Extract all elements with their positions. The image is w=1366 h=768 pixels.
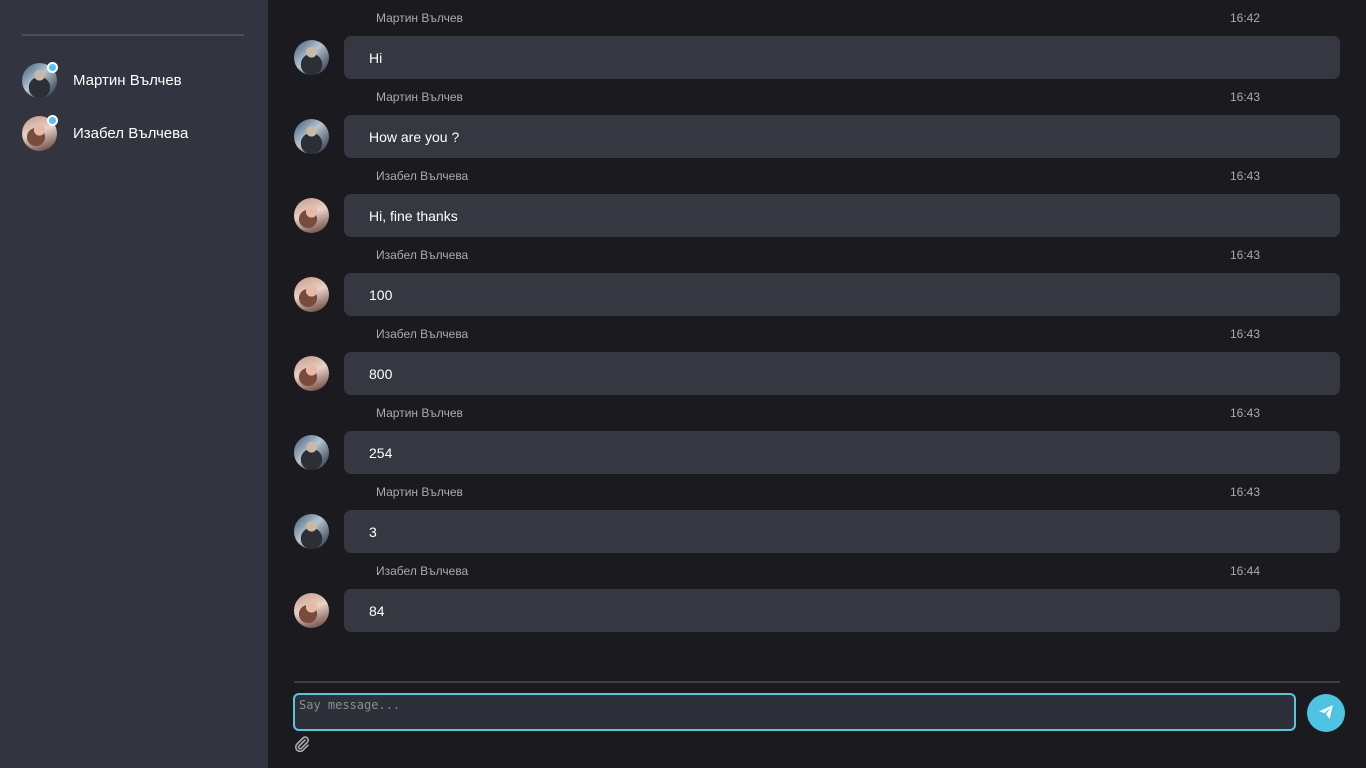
contact-item[interactable]: Изабел Вълчева	[22, 115, 252, 151]
message-author: Мартин Вълчев	[376, 406, 463, 420]
message-bubble: Hi, fine thanks	[344, 194, 1340, 237]
message-header: Изабел Вълчева 16:43	[376, 248, 1260, 264]
avatar	[294, 356, 329, 391]
avatar	[294, 435, 329, 470]
composer-divider	[294, 681, 1340, 683]
message-author: Мартин Вълчев	[376, 485, 463, 499]
message-author: Изабел Вълчева	[376, 169, 469, 183]
avatar	[294, 40, 329, 75]
message-time: 16:42	[1229, 11, 1260, 25]
message-bubble: 3	[344, 510, 1340, 553]
message-header: Мартин Вълчев 16:43	[376, 406, 1260, 422]
paperclip-icon	[294, 735, 310, 757]
message-time: 16:43	[1229, 169, 1260, 183]
message-author: Изабел Вълчева	[376, 564, 469, 578]
message-time: 16:44	[1229, 564, 1260, 578]
avatar	[294, 198, 329, 233]
message-bubble: 254	[344, 431, 1340, 474]
message-bubble: Hi	[344, 36, 1340, 79]
contacts-sidebar: Мартин Вълчев Изабел Вълчева	[0, 0, 268, 768]
message-bubble: 800	[344, 352, 1340, 395]
message-header: Мартин Вълчев 16:43	[376, 90, 1260, 106]
message-bubble: How are you ?	[344, 115, 1340, 158]
message-time: 16:43	[1229, 327, 1260, 341]
online-status-dot	[47, 62, 58, 73]
message-author: Мартин Вълчев	[376, 11, 463, 25]
message-time: 16:43	[1229, 248, 1260, 262]
sidebar-divider	[22, 34, 244, 36]
message-header: Изабел Вълчева 16:43	[376, 327, 1260, 343]
message-bubble: 100	[344, 273, 1340, 316]
avatar	[294, 593, 329, 628]
contact-name: Мартин Вълчев	[73, 72, 182, 89]
send-button[interactable]	[1307, 694, 1345, 732]
message-time: 16:43	[1229, 90, 1260, 104]
avatar	[294, 119, 329, 154]
message-header: Изабел Вълчева 16:43	[376, 169, 1260, 185]
message-author: Мартин Вълчев	[376, 90, 463, 104]
message-bubble: 84	[344, 589, 1340, 632]
online-status-dot	[47, 115, 58, 126]
message-time: 16:43	[1229, 406, 1260, 420]
avatar	[294, 277, 329, 312]
attach-button[interactable]	[293, 735, 311, 757]
message-header: Изабел Вълчева 16:44	[376, 564, 1260, 580]
avatar	[22, 62, 58, 98]
message-author: Изабел Вълчева	[376, 248, 469, 262]
contact-name: Изабел Вълчева	[73, 125, 189, 142]
avatar	[22, 115, 58, 151]
message-header: Мартин Вълчев 16:42	[376, 11, 1260, 27]
contact-item[interactable]: Мартин Вълчев	[22, 62, 252, 98]
message-header: Мартин Вълчев 16:43	[376, 485, 1260, 501]
message-author: Изабел Вълчева	[376, 327, 469, 341]
avatar	[294, 514, 329, 549]
paper-plane-icon	[1318, 704, 1334, 723]
message-input[interactable]	[293, 693, 1296, 731]
message-time: 16:43	[1229, 485, 1260, 499]
